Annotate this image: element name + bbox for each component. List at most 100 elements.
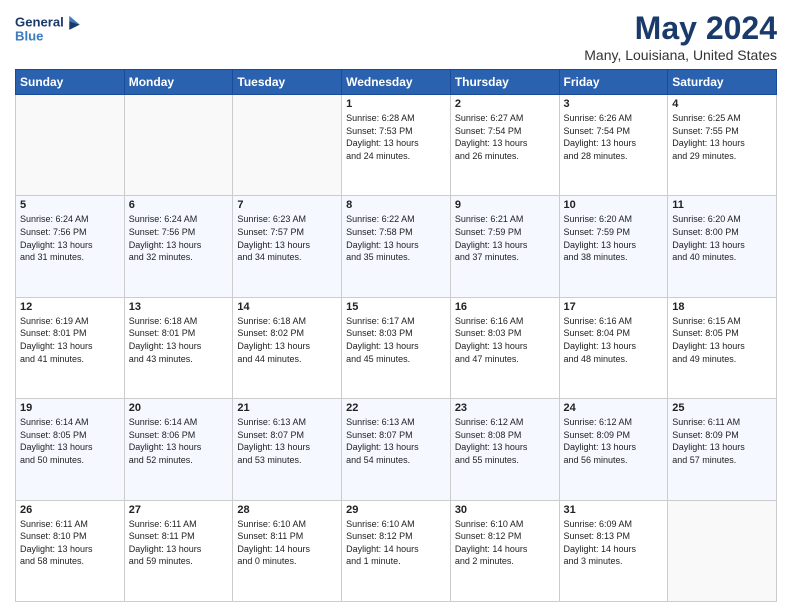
- day-number: 7: [237, 199, 337, 211]
- page: GeneralBlue May 2024 Many, Louisiana, Un…: [0, 0, 792, 612]
- table-row: 19 Sunrise: 6:14 AM Sunset: 8:05 PM Dayli…: [16, 399, 125, 500]
- cell-content: Sunrise: 6:18 AM Sunset: 8:02 PM Dayligh…: [237, 315, 337, 365]
- table-row: 14 Sunrise: 6:18 AM Sunset: 8:02 PM Dayli…: [233, 297, 342, 398]
- day-number: 14: [237, 301, 337, 313]
- cell-content: Sunrise: 6:21 AM Sunset: 7:59 PM Dayligh…: [455, 213, 555, 263]
- cell-content: Sunrise: 6:10 AM Sunset: 8:11 PM Dayligh…: [237, 518, 337, 568]
- cell-content: Sunrise: 6:14 AM Sunset: 8:05 PM Dayligh…: [20, 416, 120, 466]
- table-row: 10 Sunrise: 6:20 AM Sunset: 7:59 PM Dayli…: [559, 196, 668, 297]
- calendar-week-0: 1 Sunrise: 6:28 AM Sunset: 7:53 PM Daylig…: [16, 95, 777, 196]
- table-row: [124, 95, 233, 196]
- header-wednesday: Wednesday: [342, 70, 451, 95]
- day-number: 10: [564, 199, 664, 211]
- day-number: 15: [346, 301, 446, 313]
- header: GeneralBlue May 2024 Many, Louisiana, Un…: [15, 10, 777, 63]
- day-number: 28: [237, 504, 337, 516]
- table-row: [668, 500, 777, 601]
- logo-icon: GeneralBlue: [15, 10, 85, 48]
- cell-content: Sunrise: 6:28 AM Sunset: 7:53 PM Dayligh…: [346, 112, 446, 162]
- day-number: 8: [346, 199, 446, 211]
- calendar-week-3: 19 Sunrise: 6:14 AM Sunset: 8:05 PM Dayli…: [16, 399, 777, 500]
- calendar-table: Sunday Monday Tuesday Wednesday Thursday…: [15, 69, 777, 602]
- table-row: 25Sunrise: 6:11 AM Sunset: 8:09 PM Dayli…: [668, 399, 777, 500]
- cell-content: Sunrise: 6:23 AM Sunset: 7:57 PM Dayligh…: [237, 213, 337, 263]
- day-number: 18: [672, 301, 772, 313]
- table-row: 3 Sunrise: 6:26 AM Sunset: 7:54 PM Daylig…: [559, 95, 668, 196]
- table-row: 4 Sunrise: 6:25 AM Sunset: 7:55 PM Daylig…: [668, 95, 777, 196]
- title-block: May 2024 Many, Louisiana, United States: [584, 10, 777, 63]
- cell-content: Sunrise: 6:12 AM Sunset: 8:09 PM Dayligh…: [564, 416, 664, 466]
- cell-content: Sunrise: 6:18 AM Sunset: 8:01 PM Dayligh…: [129, 315, 229, 365]
- day-number: 16: [455, 301, 555, 313]
- table-row: 29Sunrise: 6:10 AM Sunset: 8:12 PM Dayli…: [342, 500, 451, 601]
- table-row: 21Sunrise: 6:13 AM Sunset: 8:07 PM Dayli…: [233, 399, 342, 500]
- day-number: 23: [455, 402, 555, 414]
- table-row: 26Sunrise: 6:11 AM Sunset: 8:10 PM Dayli…: [16, 500, 125, 601]
- table-row: 8 Sunrise: 6:22 AM Sunset: 7:58 PM Daylig…: [342, 196, 451, 297]
- table-row: 12 Sunrise: 6:19 AM Sunset: 8:01 PM Dayli…: [16, 297, 125, 398]
- calendar-week-4: 26Sunrise: 6:11 AM Sunset: 8:10 PM Dayli…: [16, 500, 777, 601]
- day-number: 20: [129, 402, 229, 414]
- table-row: 11 Sunrise: 6:20 AM Sunset: 8:00 PM Dayli…: [668, 196, 777, 297]
- calendar-title: May 2024: [584, 10, 777, 47]
- day-number: 27: [129, 504, 229, 516]
- table-row: 23 Sunrise: 6:12 AM Sunset: 8:08 PM Dayli…: [450, 399, 559, 500]
- cell-content: Sunrise: 6:25 AM Sunset: 7:55 PM Dayligh…: [672, 112, 772, 162]
- cell-content: Sunrise: 6:22 AM Sunset: 7:58 PM Dayligh…: [346, 213, 446, 263]
- cell-content: Sunrise: 6:26 AM Sunset: 7:54 PM Dayligh…: [564, 112, 664, 162]
- table-row: [233, 95, 342, 196]
- cell-content: Sunrise: 6:19 AM Sunset: 8:01 PM Dayligh…: [20, 315, 120, 365]
- table-row: 6 Sunrise: 6:24 AM Sunset: 7:56 PM Daylig…: [124, 196, 233, 297]
- day-number: 11: [672, 199, 772, 211]
- header-tuesday: Tuesday: [233, 70, 342, 95]
- cell-content: Sunrise: 6:16 AM Sunset: 8:03 PM Dayligh…: [455, 315, 555, 365]
- cell-content: Sunrise: 6:10 AM Sunset: 8:12 PM Dayligh…: [346, 518, 446, 568]
- cell-content: Sunrise: 6:14 AM Sunset: 8:06 PM Dayligh…: [129, 416, 229, 466]
- day-number: 1: [346, 98, 446, 110]
- cell-content: Sunrise: 6:13 AM Sunset: 8:07 PM Dayligh…: [346, 416, 446, 466]
- table-row: 24 Sunrise: 6:12 AM Sunset: 8:09 PM Dayli…: [559, 399, 668, 500]
- day-number: 6: [129, 199, 229, 211]
- cell-content: Sunrise: 6:09 AM Sunset: 8:13 PM Dayligh…: [564, 518, 664, 568]
- day-number: 19: [20, 402, 120, 414]
- table-row: 17Sunrise: 6:16 AM Sunset: 8:04 PM Dayli…: [559, 297, 668, 398]
- day-number: 24: [564, 402, 664, 414]
- day-number: 31: [564, 504, 664, 516]
- table-row: 28 Sunrise: 6:10 AM Sunset: 8:11 PM Dayli…: [233, 500, 342, 601]
- table-row: 5Sunrise: 6:24 AM Sunset: 7:56 PM Daylig…: [16, 196, 125, 297]
- header-monday: Monday: [124, 70, 233, 95]
- cell-content: Sunrise: 6:24 AM Sunset: 7:56 PM Dayligh…: [129, 213, 229, 263]
- table-row: 16 Sunrise: 6:16 AM Sunset: 8:03 PM Dayli…: [450, 297, 559, 398]
- cell-content: Sunrise: 6:20 AM Sunset: 8:00 PM Dayligh…: [672, 213, 772, 263]
- header-friday: Friday: [559, 70, 668, 95]
- day-number: 13: [129, 301, 229, 313]
- table-row: 27 Sunrise: 6:11 AM Sunset: 8:11 PM Dayli…: [124, 500, 233, 601]
- calendar-week-2: 12 Sunrise: 6:19 AM Sunset: 8:01 PM Dayli…: [16, 297, 777, 398]
- table-row: 2Sunrise: 6:27 AM Sunset: 7:54 PM Daylig…: [450, 95, 559, 196]
- day-number: 30: [455, 504, 555, 516]
- table-row: 13 Sunrise: 6:18 AM Sunset: 8:01 PM Dayli…: [124, 297, 233, 398]
- day-number: 3: [564, 98, 664, 110]
- table-row: 15Sunrise: 6:17 AM Sunset: 8:03 PM Dayli…: [342, 297, 451, 398]
- cell-content: Sunrise: 6:12 AM Sunset: 8:08 PM Dayligh…: [455, 416, 555, 466]
- cell-content: Sunrise: 6:20 AM Sunset: 7:59 PM Dayligh…: [564, 213, 664, 263]
- calendar-week-1: 5Sunrise: 6:24 AM Sunset: 7:56 PM Daylig…: [16, 196, 777, 297]
- table-row: 18 Sunrise: 6:15 AM Sunset: 8:05 PM Dayli…: [668, 297, 777, 398]
- day-number: 12: [20, 301, 120, 313]
- cell-content: Sunrise: 6:16 AM Sunset: 8:04 PM Dayligh…: [564, 315, 664, 365]
- day-number: 26: [20, 504, 120, 516]
- svg-text:Blue: Blue: [15, 28, 43, 43]
- day-number: 4: [672, 98, 772, 110]
- table-row: [16, 95, 125, 196]
- cell-content: Sunrise: 6:11 AM Sunset: 8:09 PM Dayligh…: [672, 416, 772, 466]
- calendar-subtitle: Many, Louisiana, United States: [584, 47, 777, 63]
- cell-content: Sunrise: 6:11 AM Sunset: 8:11 PM Dayligh…: [129, 518, 229, 568]
- table-row: 30Sunrise: 6:10 AM Sunset: 8:12 PM Dayli…: [450, 500, 559, 601]
- svg-text:General: General: [15, 14, 64, 29]
- cell-content: Sunrise: 6:24 AM Sunset: 7:56 PM Dayligh…: [20, 213, 120, 263]
- day-number: 2: [455, 98, 555, 110]
- header-saturday: Saturday: [668, 70, 777, 95]
- logo: GeneralBlue: [15, 10, 85, 48]
- day-number: 9: [455, 199, 555, 211]
- cell-content: Sunrise: 6:15 AM Sunset: 8:05 PM Dayligh…: [672, 315, 772, 365]
